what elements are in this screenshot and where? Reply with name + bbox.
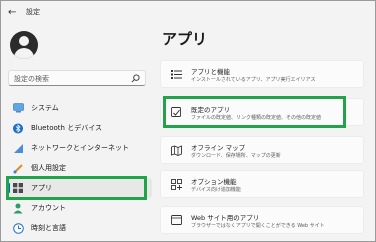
card-title: 既定のアプリ bbox=[191, 106, 230, 114]
avatar[interactable] bbox=[10, 31, 38, 59]
sidebar-item-label: 時刻と言語 bbox=[31, 224, 66, 232]
selection-indicator bbox=[8, 183, 10, 193]
sidebar-item-network[interactable]: ネットワークとインターネット bbox=[8, 138, 152, 158]
page-title: アプリ bbox=[162, 30, 208, 48]
card-subtitle: インストールされているアプリ、アプリ実行エイリアス bbox=[191, 77, 316, 83]
sidebar-item-label: システム bbox=[31, 104, 59, 112]
card-subtitle: ダウンロード、保存場所、マップの更新 bbox=[191, 153, 281, 159]
sidebar-item-label: アカウント bbox=[31, 204, 66, 212]
card-optional-features[interactable]: オプション機能 デバイス向け追加機能 bbox=[160, 170, 364, 198]
card-offline-maps[interactable]: オフライン マップ ダウンロード、保存場所、マップの更新 bbox=[160, 136, 364, 164]
card-default-apps[interactable]: 既定のアプリ ファイルの既定値、リンク種類の既定値、その他の既定値 bbox=[160, 98, 364, 126]
search-input[interactable]: 設定の検索 bbox=[8, 70, 146, 86]
sidebar-item-apps[interactable]: アプリ bbox=[8, 178, 152, 198]
sidebar-item-personalization[interactable]: 個人用設定 bbox=[8, 158, 152, 178]
card-apps-features[interactable]: アプリと機能 インストールされているアプリ、アプリ実行エイリアス bbox=[160, 60, 364, 88]
back-arrow-icon[interactable]: ← bbox=[8, 7, 20, 19]
apps-icon bbox=[12, 182, 24, 194]
brush-icon bbox=[12, 162, 24, 174]
sidebar-item-bluetooth[interactable]: Bluetooth とデバイス bbox=[8, 118, 152, 138]
sidebar-item-label: ネットワークとインターネット bbox=[31, 144, 129, 152]
card-title: オフライン マップ bbox=[191, 144, 246, 152]
time-language-icon bbox=[12, 222, 24, 234]
avatar-head bbox=[19, 36, 29, 46]
avatar-body bbox=[14, 48, 34, 59]
map-icon bbox=[171, 145, 182, 156]
account-icon bbox=[12, 202, 24, 214]
sidebar-nav: システム Bluetooth とデバイス ネットワークとインターネット 個人用設… bbox=[8, 98, 152, 238]
card-title: オプション機能 bbox=[191, 178, 237, 186]
bluetooth-icon bbox=[12, 122, 24, 134]
search-placeholder: 設定の検索 bbox=[14, 75, 49, 83]
card-title: アプリと機能 bbox=[191, 68, 230, 76]
network-icon bbox=[12, 142, 24, 154]
card-web-apps[interactable]: Web サイト用のアプリ ブラウザーではなくアプリで開くことができる Web サ… bbox=[160, 206, 364, 234]
sidebar-item-time-language[interactable]: 時刻と言語 bbox=[8, 218, 152, 238]
optional-features-icon bbox=[171, 179, 182, 190]
apps-list-icon bbox=[171, 70, 182, 79]
default-apps-icon bbox=[171, 107, 181, 117]
card-subtitle: ブラウザーではなくアプリで開くことができる Web サイト bbox=[191, 223, 325, 229]
card-subtitle: ファイルの既定値、リンク種類の既定値、その他の既定値 bbox=[191, 115, 322, 121]
sidebar-item-system[interactable]: システム bbox=[8, 98, 152, 118]
web-apps-icon bbox=[171, 215, 182, 225]
monitor-icon bbox=[12, 102, 24, 114]
sidebar-item-label: 個人用設定 bbox=[31, 164, 66, 172]
title-bar: ← 設定 bbox=[0, 0, 376, 26]
card-title: Web サイト用のアプリ bbox=[191, 214, 260, 222]
card-subtitle: デバイス向け追加機能 bbox=[191, 187, 241, 193]
sidebar-item-accounts[interactable]: アカウント bbox=[8, 198, 152, 218]
sidebar-item-label: アプリ bbox=[31, 184, 52, 192]
sidebar-item-label: Bluetooth とデバイス bbox=[31, 124, 102, 132]
search-icon[interactable] bbox=[131, 74, 140, 83]
app-title: 設定 bbox=[26, 8, 40, 16]
